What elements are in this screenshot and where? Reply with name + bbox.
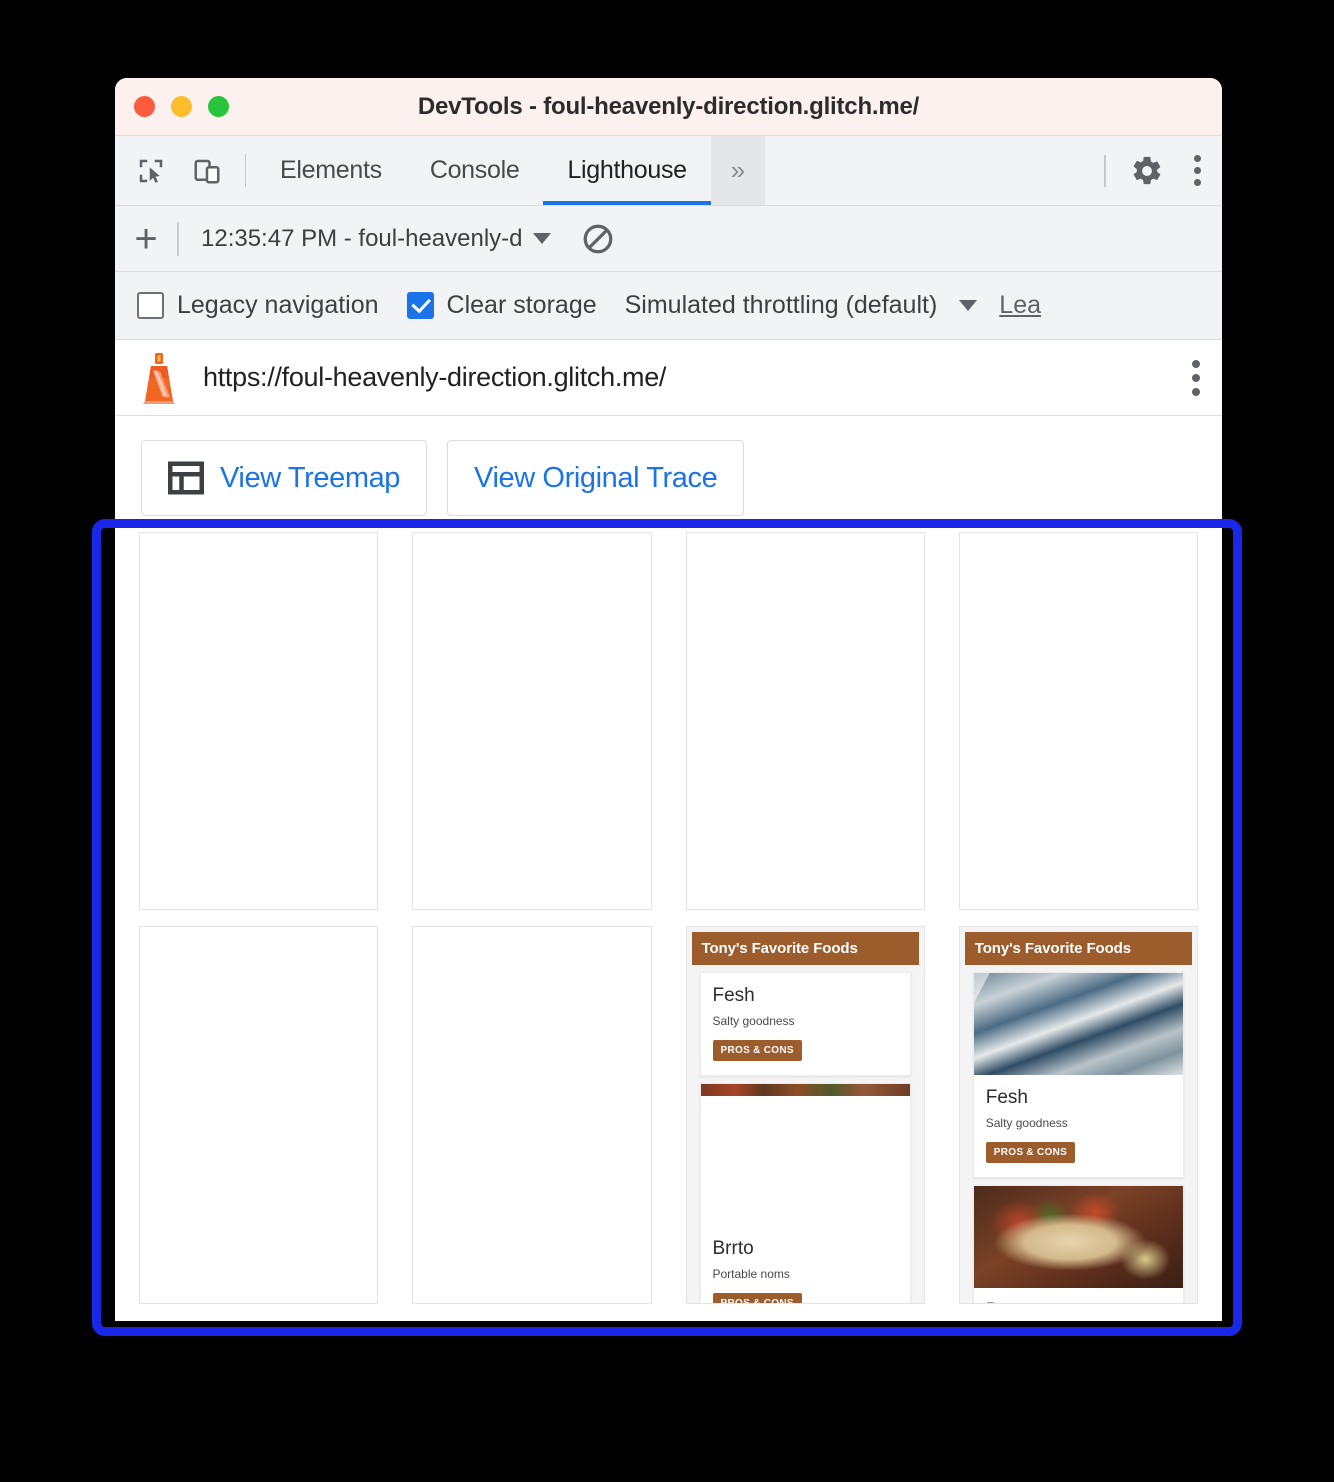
preview-card-subtitle: Portable noms [712, 1267, 790, 1281]
truncated-option-link[interactable]: Lea [999, 291, 1041, 320]
no-entry-icon [583, 224, 612, 253]
run-selector-label: 12:35:47 PM - foul-heavenly-d [201, 224, 523, 252]
preview-card: Brrto Portable noms PROS & CONS [699, 1083, 911, 1303]
report-url-bar: https://foul-heavenly-direction.glitch.m… [115, 340, 1222, 416]
preview-card-subtitle: Salty goodness [712, 1014, 795, 1028]
devtools-main-menu-button[interactable] [1172, 136, 1222, 206]
preview-card-button[interactable]: PROS & CONS [712, 1040, 802, 1061]
preview-card-title: Fesh [712, 985, 755, 1006]
filmstrip-thumbnail[interactable] [685, 532, 925, 910]
window-title: DevTools - foul-heavenly-direction.glitc… [417, 92, 920, 120]
page-preview-with-images: Tony's Favorite Foods Fesh Salty goodnes… [959, 927, 1197, 1303]
preview-card: Fesh Salty goodness PROS & CONS [972, 972, 1184, 1178]
clear-storage-checkbox[interactable] [406, 292, 434, 319]
tab-elements-label: Elements [280, 156, 382, 184]
devtools-tabbar: Elements Console Lighthouse » [115, 136, 1222, 206]
legacy-navigation-label: Legacy navigation [177, 291, 379, 319]
preview-card: Fesh Salty goodness PROS & CONS [699, 972, 911, 1076]
filmstrip-thumbnail[interactable] [958, 532, 1198, 910]
throttling-dropdown[interactable]: Simulated throttling (default) [625, 291, 978, 320]
preview-card-button[interactable]: PROS & CONS [985, 1142, 1076, 1163]
preview-card-title: Fesh [985, 1087, 1028, 1108]
filmstrip-thumbnail[interactable] [139, 926, 379, 1304]
filmstrip-thumbnail[interactable] [412, 532, 652, 910]
devtools-window: DevTools - foul-heavenly-direction.glitc… [115, 78, 1222, 1321]
preview-site-header: Tony's Favorite Foods [964, 932, 1192, 965]
throttling-label: Simulated throttling (default) [624, 291, 938, 319]
preview-card-button[interactable]: PROS & CONS [712, 1293, 802, 1303]
view-original-trace-button[interactable]: View Original Trace [447, 440, 745, 516]
report-action-buttons: View Treemap View Original Trace [115, 416, 1222, 516]
treemap-icon [168, 461, 204, 495]
toggle-device-toolbar-button[interactable] [179, 136, 235, 205]
view-treemap-button[interactable]: View Treemap [141, 440, 428, 516]
tab-lighthouse[interactable]: Lighthouse [543, 136, 712, 205]
tab-console-label: Console [429, 156, 520, 184]
lighthouse-icon [137, 351, 181, 405]
filmstrip-thumbnails: Tony's Favorite Foods Fesh Salty goodnes… [115, 516, 1222, 1304]
clear-storage-option[interactable]: Clear storage [406, 291, 597, 320]
new-audit-label: + [134, 216, 158, 261]
preview-card-image-placeholder [700, 1096, 910, 1226]
chevron-down-icon [959, 300, 978, 311]
runbar-divider [177, 221, 179, 256]
filmstrip-thumbnail[interactable]: Tony's Favorite Foods Fesh Salty goodnes… [685, 926, 925, 1304]
tab-elements[interactable]: Elements [256, 136, 406, 205]
kebab-menu-icon [1193, 155, 1201, 186]
lighthouse-options-bar: Legacy navigation Clear storage Simulate… [115, 272, 1222, 340]
audited-url: https://foul-heavenly-direction.glitch.m… [203, 362, 667, 392]
tabbar-right-group [1096, 136, 1222, 205]
settings-button[interactable] [1122, 136, 1172, 206]
filmstrip-thumbnail[interactable]: Tony's Favorite Foods Fesh Salty goodnes… [958, 926, 1198, 1304]
preview-card-subtitle: Salty goodness [985, 1116, 1068, 1130]
clear-storage-label: Clear storage [446, 291, 597, 319]
tabbar-divider [245, 154, 246, 187]
tab-console[interactable]: Console [406, 136, 544, 205]
preview-card: Brrto Portable noms [972, 1185, 1184, 1303]
tab-lighthouse-label: Lighthouse [567, 156, 687, 184]
more-tabs-button[interactable]: » [710, 136, 765, 205]
window-titlebar: DevTools - foul-heavenly-direction.glitc… [115, 78, 1222, 136]
tabbar-right-divider [1104, 154, 1106, 187]
legacy-navigation-checkbox[interactable] [137, 292, 164, 319]
more-tabs-label: » [730, 155, 745, 185]
cursor-select-icon [139, 159, 163, 183]
inspect-element-button[interactable] [123, 136, 179, 205]
preview-site-header: Tony's Favorite Foods [691, 932, 919, 965]
view-original-trace-label: View Original Trace [474, 461, 718, 494]
filmstrip-thumbnail[interactable] [139, 532, 379, 910]
run-selector-dropdown[interactable]: 12:35:47 PM - foul-heavenly-d [201, 225, 551, 253]
page-preview-text-only: Tony's Favorite Foods Fesh Salty goodnes… [686, 927, 924, 1303]
legacy-navigation-option[interactable]: Legacy navigation [137, 291, 379, 320]
view-treemap-label: View Treemap [220, 461, 401, 494]
fish-photo [973, 973, 1183, 1075]
device-toolbar-icon [194, 159, 220, 183]
preview-card-image-partial [700, 1084, 910, 1096]
gear-icon [1133, 156, 1161, 184]
new-audit-button[interactable]: + [115, 219, 177, 259]
lighthouse-run-toolbar: + 12:35:47 PM - foul-heavenly-d [115, 206, 1222, 272]
preview-card-title: Brrto [986, 1300, 1171, 1303]
clear-all-button[interactable] [581, 222, 615, 256]
preview-card-title: Brrto [712, 1238, 754, 1259]
chevron-down-icon [532, 233, 551, 244]
burrito-photo [973, 1186, 1183, 1288]
report-menu-button[interactable] [1192, 359, 1200, 396]
filmstrip-thumbnail[interactable] [412, 926, 652, 1304]
